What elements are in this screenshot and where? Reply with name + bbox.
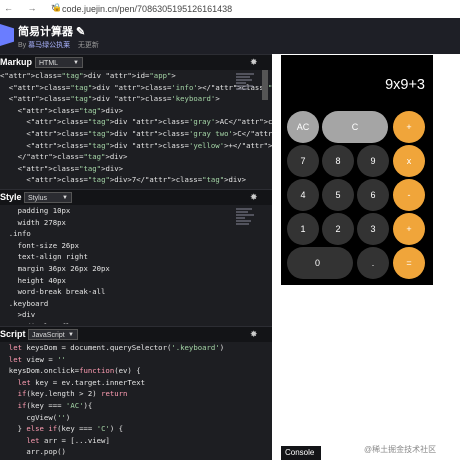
key-equals[interactable]: = [393,247,425,279]
markup-code-line[interactable]: <"attr">class="tag">div "attr">class='gr… [0,116,272,128]
markup-pane-header: Markup HTML ▼ ✸ [0,54,272,70]
markup-minimap[interactable] [236,72,258,112]
script-pane-header: Script JavaScript ▼ ✸ [0,326,272,342]
by-label: By [18,42,27,49]
script-code-line[interactable]: let view = '' [0,354,262,366]
markup-code-line[interactable]: <"attr">class="tag">div "attr">class='in… [0,82,272,94]
key-plus-top[interactable]: + [393,111,425,143]
markup-code-line[interactable]: <"attr">class="tag">div "attr">class='ke… [0,93,262,105]
markup-code-line[interactable]: <"attr">class="tag">div>7</"attr">class=… [0,174,262,186]
watermark: @稀土掘金技术社区 [364,445,437,454]
style-minimap[interactable] [236,207,258,247]
markup-scrollbar[interactable] [262,70,268,100]
script-code-line[interactable]: if(key.length > 2) return [0,388,262,400]
script-preprocessor-select[interactable]: JavaScript ▼ [28,329,78,340]
url-text[interactable]: code.juejin.cn/pen/7086305195126161438 [62,4,232,14]
markup-code-line[interactable]: <"attr">class="tag">div> [0,163,262,175]
markup-preprocessor-select[interactable]: HTML ▼ [35,57,83,68]
markup-code-line[interactable]: <"attr">class="tag">div "attr">class='gr… [0,128,272,140]
key-minus[interactable]: - [393,179,425,211]
script-code-line[interactable]: arr.pop() [0,446,262,458]
style-code-line[interactable]: text-align right [0,251,262,263]
script-code-line[interactable]: } else if(key === 'C') { [0,423,262,435]
save-status: 无更新 [77,42,99,49]
script-code-line[interactable]: keysDom.onclick=function(ev) { [0,365,262,377]
markup-code-line[interactable]: <"attr">class="tag">div "attr">id="app"> [0,70,262,82]
script-code-line[interactable]: let keysDom = document.querySelector('.k… [0,342,262,354]
key-3[interactable]: 3 [357,213,389,245]
style-code-line[interactable]: padding 10px [0,205,262,217]
key-8[interactable]: 8 [322,145,354,177]
style-code-line[interactable]: .keyboard [0,298,262,310]
markup-code-line[interactable]: <"attr">class="tag">div "attr">class='ye… [0,140,272,152]
pen-subtitle: By 慕马绿公执莱 无更新 [18,40,99,50]
key-clear[interactable]: C [322,111,388,143]
key-9[interactable]: 9 [357,145,389,177]
script-code-line[interactable]: if(key === 'AC'){ [0,400,262,412]
calculator-display: 9x9+3 [385,77,425,93]
markup-code[interactable]: <"attr">class="tag">div "attr">id="app">… [0,70,272,188]
markup-gear-icon[interactable]: ✸ [250,57,258,68]
style-code-line[interactable]: word-break break-all [0,286,262,298]
markup-preprocessor-value: HTML [39,60,59,67]
style-preprocessor-value: Stylus [28,195,48,202]
script-gear-icon[interactable]: ✸ [250,329,258,340]
markup-label: Markup [0,57,33,67]
script-preprocessor-value: JavaScript [32,332,65,339]
script-code[interactable]: let keysDom = document.querySelector('.k… [0,342,262,460]
key-6[interactable]: 6 [357,179,389,211]
key-7[interactable]: 7 [287,145,319,177]
style-pane-header: Style Stylus ▼ ✸ [0,189,272,205]
browser-url-bar: ← → ↻ 🔒 code.juejin.cn/pen/7086305195126… [0,0,460,19]
key-plus[interactable]: + [393,213,425,245]
script-code-line[interactable]: cgView('') [0,412,262,424]
style-code-line[interactable]: font-size 26px [0,240,262,252]
key-1[interactable]: 1 [287,213,319,245]
script-code-line[interactable]: let arr = [...view] [0,435,262,447]
pen-header: 简易计算器 ✎ By 慕马绿公执莱 无更新 [0,18,460,54]
key-dot[interactable]: . [357,247,389,279]
style-pane: Style Stylus ▼ ✸ padding 10px width 278px… [0,189,272,324]
script-code-line[interactable]: let key = ev.target.innerText [0,377,262,389]
markup-code-line[interactable]: <"attr">class="tag">div> [0,105,262,117]
chevron-down-icon: ▼ [73,60,79,66]
style-gear-icon[interactable]: ✸ [250,192,258,203]
style-code-line[interactable]: margin 36px 26px 20px [0,263,262,275]
style-code-line[interactable]: >div [0,309,262,321]
key-4[interactable]: 4 [287,179,319,211]
style-code-line[interactable]: .info [0,228,262,240]
key-5[interactable]: 5 [322,179,354,211]
key-ac[interactable]: AC [287,111,319,143]
markup-code-line[interactable]: <"attr">class="tag">div>8</"attr">class=… [0,186,262,188]
script-label: Script [0,329,26,339]
style-code-line[interactable]: width 278px [0,217,262,229]
console-toggle[interactable]: Console ⌃ [281,446,321,471]
pen-title[interactable]: 简易计算器 ✎ [18,23,85,39]
markup-pane: Markup HTML ▼ ✸ <"attr">class="tag">div "… [0,54,272,187]
lock-icon: 🔒 [52,3,62,12]
style-preprocessor-select[interactable]: Stylus ▼ [24,192,72,203]
juejin-logo-icon[interactable] [0,24,14,46]
key-2[interactable]: 2 [322,213,354,245]
style-code-line[interactable]: height 40px [0,275,262,287]
preview-pane: 9x9+3 AC C + 7 8 9 x 4 5 6 - 1 2 3 + 0 .… [272,54,460,471]
key-multiply[interactable]: x [393,145,425,177]
markup-code-line[interactable]: </"attr">class="tag">div> [0,151,262,163]
author-link[interactable]: 慕马绿公执莱 [28,42,70,49]
script-pane: Script JavaScript ▼ ✸ let keysDom = docum… [0,326,272,460]
chevron-down-icon: ▼ [62,195,68,201]
chevron-down-icon: ▼ [68,332,74,338]
style-code[interactable]: padding 10px width 278px .info font-size… [0,205,262,324]
key-0[interactable]: 0 [287,247,353,279]
style-code-line[interactable]: display flex [0,321,262,324]
calculator: 9x9+3 AC C + 7 8 9 x 4 5 6 - 1 2 3 + 0 .… [281,55,433,285]
editor-column: Markup HTML ▼ ✸ <"attr">class="tag">div "… [0,54,272,460]
style-label: Style [0,192,22,202]
